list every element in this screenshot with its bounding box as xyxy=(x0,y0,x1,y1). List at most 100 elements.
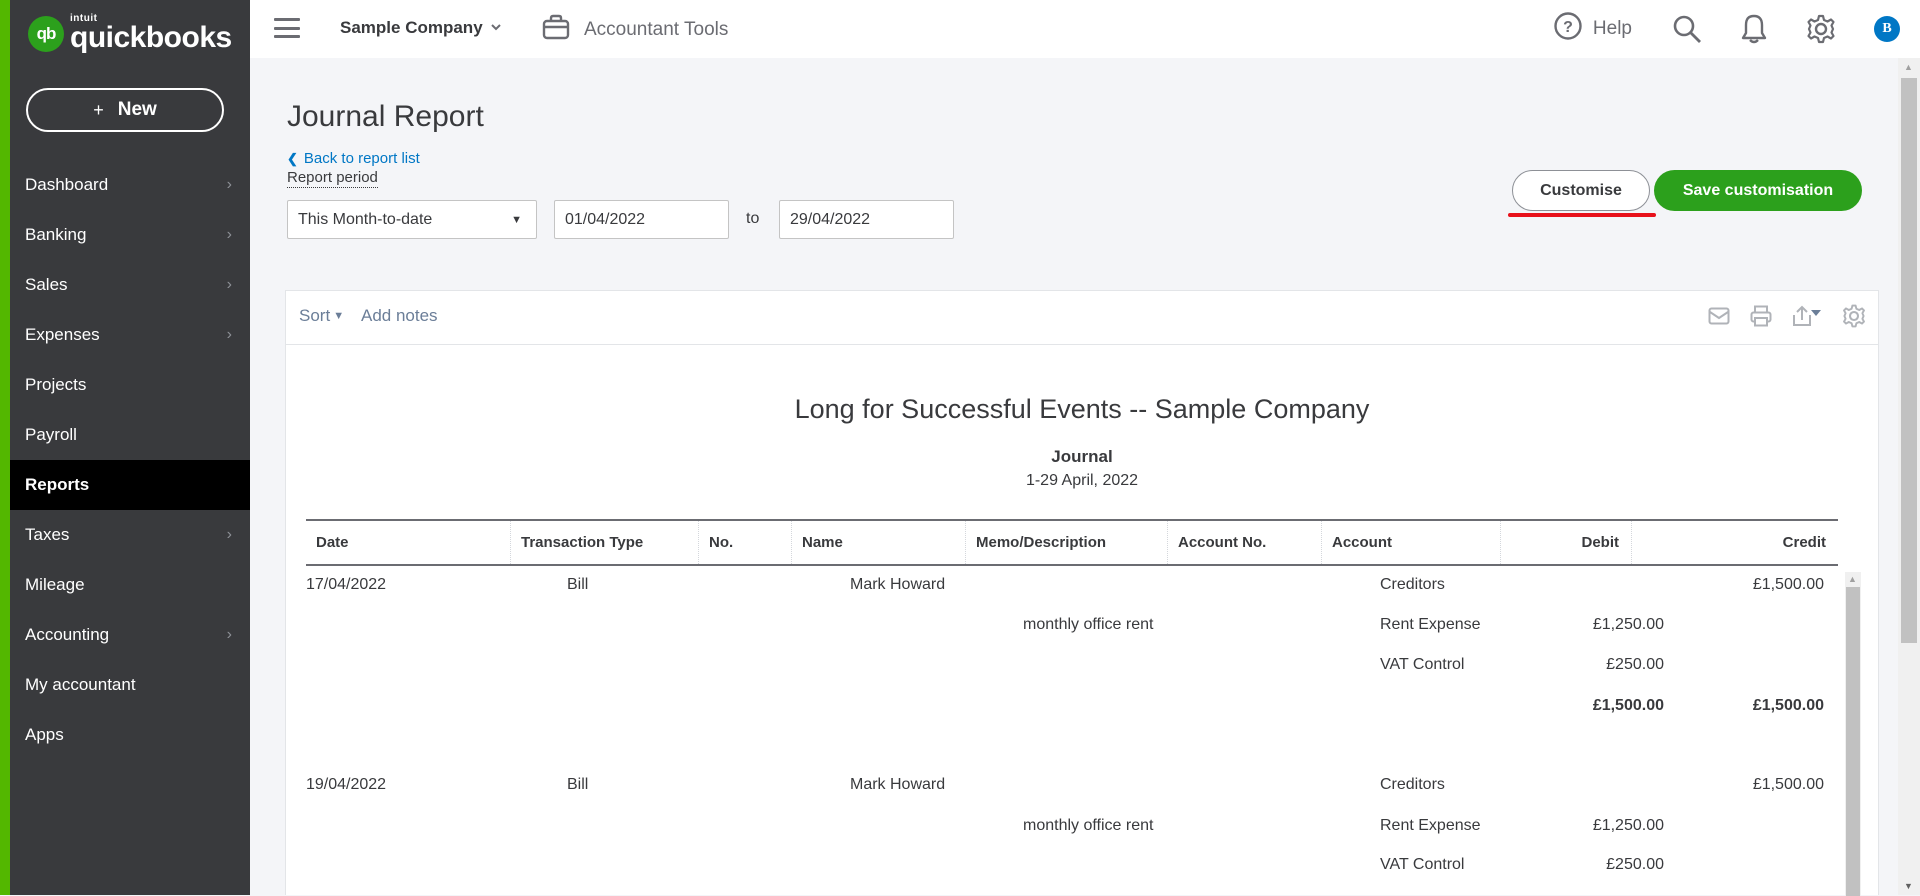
customise-button[interactable]: Customise xyxy=(1512,170,1650,211)
cell-credit: £1,500.00 xyxy=(1752,697,1824,714)
save-customisation-button[interactable]: Save customisation xyxy=(1654,170,1862,211)
cell-account[interactable]: VAT Control xyxy=(1380,856,1464,874)
chevron-right-icon: › xyxy=(226,176,232,193)
cell-transaction-type[interactable]: Bill xyxy=(567,776,588,794)
help-button[interactable]: ? Help xyxy=(1553,11,1632,47)
export-icon[interactable] xyxy=(1792,305,1822,327)
column-header-debit[interactable]: Debit xyxy=(1501,521,1632,564)
report-name: Journal xyxy=(1051,447,1113,466)
from-date-input[interactable]: 01/04/2022 xyxy=(554,200,729,239)
sidebar-item-payroll[interactable]: Payroll xyxy=(10,410,250,460)
sidebar-item-sales[interactable]: Sales › xyxy=(10,260,250,310)
quickbooks-logo[interactable]: qb intuit quickbooks xyxy=(28,14,232,53)
column-header-memo-description[interactable]: Memo/Description xyxy=(966,521,1168,564)
sidebar-item-label: Mileage xyxy=(25,575,85,594)
sidebar-item-label: Sales xyxy=(25,275,68,294)
sidebar-accent-stripe xyxy=(0,0,10,895)
accountant-tools-label: Accountant Tools xyxy=(584,19,729,40)
accountant-tools-button[interactable]: Accountant Tools xyxy=(542,13,728,47)
new-button-label: New xyxy=(117,99,157,120)
to-date-input[interactable]: 29/04/2022 xyxy=(779,200,954,239)
table-row: VAT Control £250.00 xyxy=(286,656,1878,686)
dropdown-caret-icon: ▼ xyxy=(511,213,522,226)
sort-label: Sort xyxy=(299,306,331,325)
sidebar-item-label: Apps xyxy=(25,725,64,744)
sidebar-item-dashboard[interactable]: Dashboard › xyxy=(10,160,250,210)
column-header-account[interactable]: Account xyxy=(1322,521,1501,564)
report-date-range: 1-29 April, 2022 xyxy=(1025,472,1139,489)
search-icon[interactable] xyxy=(1672,14,1702,44)
column-header-date[interactable]: Date xyxy=(306,521,511,564)
cell-debit[interactable]: £250.00 xyxy=(1606,656,1664,674)
report-period-select[interactable]: This Month-to-date ▼ xyxy=(287,200,537,239)
user-avatar[interactable]: B xyxy=(1874,16,1900,42)
chevron-down-icon xyxy=(490,22,501,34)
back-link-label: Back to report list xyxy=(303,150,420,167)
bell-icon[interactable] xyxy=(1740,13,1768,45)
report-period-value: This Month-to-date xyxy=(298,210,433,228)
page-scrollbar[interactable]: ▲ ▼ xyxy=(1898,58,1920,895)
company-switcher[interactable]: Sample Company xyxy=(340,18,501,38)
cell-date[interactable]: 17/04/2022 xyxy=(306,576,386,594)
to-label: to xyxy=(746,210,760,227)
annotation-underline xyxy=(1508,213,1656,217)
sidebar-item-my-accountant[interactable]: My accountant xyxy=(10,660,250,710)
cell-name[interactable]: Mark Howard xyxy=(850,576,945,594)
chevron-left-icon: ❮ xyxy=(287,150,298,166)
column-header-name[interactable]: Name xyxy=(792,521,966,564)
sidebar-item-banking[interactable]: Banking › xyxy=(10,210,250,260)
column-header-account-number[interactable]: Account No. xyxy=(1168,521,1322,564)
scroll-up-arrow-icon[interactable]: ▲ xyxy=(1904,62,1913,72)
table-scrollbar-thumb[interactable] xyxy=(1846,587,1860,896)
sidebar-item-mileage[interactable]: Mileage xyxy=(10,560,250,610)
briefcase-icon xyxy=(542,13,570,47)
sidebar-item-expenses[interactable]: Expenses › xyxy=(10,310,250,360)
cell-debit[interactable]: £250.00 xyxy=(1606,856,1664,874)
sort-dropdown[interactable]: Sort ▼ xyxy=(299,306,344,326)
table-total-row: £1,500.00 £1,500.00 xyxy=(286,697,1878,727)
sidebar-item-label: Reports xyxy=(25,475,90,494)
table-row: monthly office rent Rent Expense £1,250.00 xyxy=(286,616,1878,646)
email-icon[interactable] xyxy=(1708,307,1730,325)
column-header-number[interactable]: No. xyxy=(699,521,792,564)
cell-account[interactable]: Rent Expense xyxy=(1380,817,1481,835)
back-to-report-list-link[interactable]: ❮ Back to report list xyxy=(287,150,420,167)
sidebar-item-accounting[interactable]: Accounting › xyxy=(10,610,250,660)
scroll-down-arrow-icon[interactable]: ▼ xyxy=(1904,881,1913,891)
sidebar-item-label: Expenses xyxy=(25,325,100,344)
table-row: VAT Control £250.00 xyxy=(286,856,1878,886)
menu-icon[interactable] xyxy=(274,18,300,38)
print-icon[interactable] xyxy=(1750,305,1772,327)
sidebar-item-taxes[interactable]: Taxes › xyxy=(10,510,250,560)
column-header-credit[interactable]: Credit xyxy=(1632,521,1838,564)
svg-text:?: ? xyxy=(1563,19,1573,36)
sidebar-item-apps[interactable]: Apps xyxy=(10,710,250,760)
sort-caret-icon: ▼ xyxy=(333,310,345,322)
cell-debit[interactable]: £1,250.00 xyxy=(1593,817,1664,835)
new-button[interactable]: + New xyxy=(26,88,224,132)
cell-account[interactable]: Creditors xyxy=(1380,776,1445,794)
gear-icon[interactable] xyxy=(1806,14,1836,44)
sidebar-item-reports[interactable]: Reports xyxy=(10,460,250,510)
page-scrollbar-thumb[interactable] xyxy=(1901,78,1917,643)
column-header-transaction-type[interactable]: Transaction Type xyxy=(511,521,699,564)
cell-credit[interactable]: £1,500.00 xyxy=(1753,776,1824,794)
sidebar-item-label: Payroll xyxy=(25,425,77,444)
cell-credit[interactable]: £1,500.00 xyxy=(1753,576,1824,594)
table-scrollbar[interactable]: ▲ xyxy=(1845,572,1861,896)
add-notes-button[interactable]: Add notes xyxy=(361,306,438,326)
table-header: Date Transaction Type No. Name Memo/Descript… xyxy=(306,519,1838,566)
sidebar-item-projects[interactable]: Projects xyxy=(10,360,250,410)
cell-date[interactable]: 19/04/2022 xyxy=(306,776,386,794)
cell-account[interactable]: Rent Expense xyxy=(1380,616,1481,634)
help-icon: ? xyxy=(1553,11,1583,47)
cell-name[interactable]: Mark Howard xyxy=(850,776,945,794)
sidebar: qb intuit quickbooks + New Dashboard › Ban… xyxy=(0,0,250,895)
cell-debit[interactable]: £1,250.00 xyxy=(1593,616,1664,634)
cell-transaction-type[interactable]: Bill xyxy=(567,576,588,594)
cell-account[interactable]: Creditors xyxy=(1380,576,1445,594)
scroll-up-arrow-icon[interactable]: ▲ xyxy=(1848,574,1857,584)
cell-account[interactable]: VAT Control xyxy=(1380,656,1464,674)
settings-icon[interactable] xyxy=(1842,304,1866,328)
plus-icon: + xyxy=(93,99,104,120)
